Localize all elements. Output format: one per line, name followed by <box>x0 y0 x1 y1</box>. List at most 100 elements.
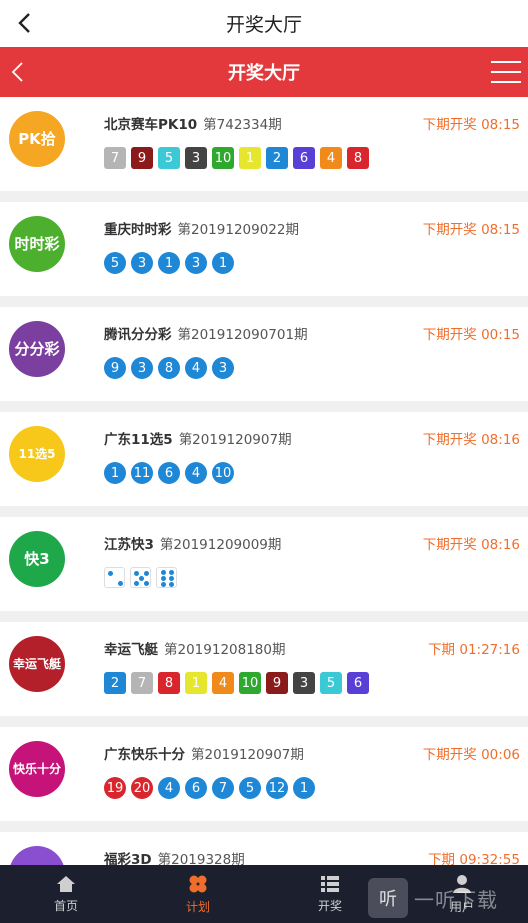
watermark-text: 一听下载 <box>414 887 498 912</box>
chevron-left-icon <box>11 62 23 82</box>
result-numbers: 19 20 4 6 7 5 12 1 <box>104 777 315 799</box>
lottery-name: 江苏快3 第20191209009期 <box>104 537 282 553</box>
number-ball: 3 <box>185 252 207 274</box>
number-ball: 5 <box>158 147 180 169</box>
number-ball: 1 <box>104 462 126 484</box>
result-numbers <box>104 567 177 588</box>
number-ball: 3 <box>212 357 234 379</box>
next-draw-time: 下期 01:27:16 <box>428 642 520 658</box>
lottery-name: 福彩3D 第2019328期 <box>104 848 245 865</box>
list-icon <box>320 875 340 893</box>
number-ball: 5 <box>320 672 342 694</box>
lottery-logo: 幸运飞艇 <box>9 636 65 692</box>
nav-back-button[interactable] <box>4 57 30 87</box>
lottery-logo: 快3 <box>9 531 65 587</box>
issue-number: 第2019328期 <box>157 852 245 865</box>
result-numbers: 7 9 5 3 10 1 2 6 4 8 <box>104 147 369 169</box>
number-ball: 1 <box>185 672 207 694</box>
number-ball: 6 <box>185 777 207 799</box>
number-ball: 7 <box>212 777 234 799</box>
result-numbers: 53131 <box>104 252 234 274</box>
lottery-name: 幸运飞艇 第20191208180期 <box>104 642 286 658</box>
tab-clover[interactable]: 计划 <box>132 865 264 923</box>
issue-number: 第2019120907期 <box>191 747 304 763</box>
lottery-name: 腾讯分分彩 第201912090701期 <box>104 327 308 343</box>
number-ball: 1 <box>212 252 234 274</box>
next-draw-time: 下期开奖 08:16 <box>422 537 520 553</box>
result-numbers: 2 7 8 1 4 10 9 3 5 6 <box>104 672 369 694</box>
next-draw-time: 下期开奖 00:15 <box>422 327 520 343</box>
lottery-row[interactable]: 11选5 广东11选5 第2019120907期 下期开奖 08:16 1 11 6 4 10 <box>0 412 528 506</box>
issue-number: 第20191208180期 <box>164 642 286 658</box>
top-bar: 开奖大厅 <box>0 0 528 47</box>
lottery-logo: 福彩 <box>9 846 65 865</box>
dice-face <box>104 567 125 588</box>
dice-face <box>156 567 177 588</box>
lottery-row[interactable]: 幸运飞艇 幸运飞艇 第20191208180期 下期 01:27:16 2 7 8 1 4 10 9… <box>0 622 528 716</box>
number-ball: 1 <box>158 252 180 274</box>
number-ball: 4 <box>158 777 180 799</box>
number-ball: 5 <box>104 252 126 274</box>
number-ball: 10 <box>212 462 234 484</box>
number-ball: 3 <box>131 357 153 379</box>
lottery-row[interactable]: 分分彩 腾讯分分彩 第201912090701期 下期开奖 00:15 9 3 8 4 3 <box>0 307 528 401</box>
number-ball: 5 <box>239 777 261 799</box>
lottery-row[interactable]: 时时彩 重庆时时彩 第20191209022期 下期开奖 08:15 5 3 1 3 1 <box>0 202 528 296</box>
next-draw-time: 下期开奖 08:15 <box>422 222 520 238</box>
number-ball: 6 <box>347 672 369 694</box>
lottery-logo: PK拾 <box>9 111 65 167</box>
watermark-logo: 听 <box>368 878 408 918</box>
chevron-left-icon <box>18 13 30 33</box>
number-ball: 4 <box>320 147 342 169</box>
next-draw-time: 下期开奖 00:06 <box>422 747 520 763</box>
number-ball: 6 <box>293 147 315 169</box>
number-ball: 4 <box>185 462 207 484</box>
number-ball: 3 <box>131 252 153 274</box>
number-ball: 19 <box>104 777 126 799</box>
number-ball: 3 <box>293 672 315 694</box>
number-ball: 4 <box>212 672 234 694</box>
lottery-name: 广东11选5 第2019120907期 <box>104 432 292 448</box>
nav-title: 开奖大厅 <box>228 63 300 84</box>
number-ball: 10 <box>239 672 261 694</box>
number-ball: 1 <box>293 777 315 799</box>
lottery-name: 广东快乐十分 第2019120907期 <box>104 747 304 763</box>
tab-label: 首页 <box>53 898 78 913</box>
number-ball: 1 <box>239 147 261 169</box>
next-draw-time: 下期开奖 08:15 <box>422 117 520 133</box>
number-ball: 6 <box>158 462 180 484</box>
lottery-logo: 时时彩 <box>9 216 65 272</box>
next-draw-time: 下期开奖 08:16 <box>422 432 520 448</box>
number-ball: 8 <box>158 672 180 694</box>
lottery-row[interactable]: PK拾 北京赛车PK10 第742334期 下期开奖 08:15 7 9 5 3 10 1 2 6 4 8 <box>0 97 528 191</box>
lottery-list: PK拾 北京赛车PK10 第742334期 下期开奖 08:15 7 9 5 3 10 1 2 6 4 8… <box>0 97 528 865</box>
back-button[interactable] <box>10 8 38 38</box>
menu-icon[interactable] <box>490 57 522 87</box>
clover-icon <box>188 874 208 894</box>
page-title: 开奖大厅 <box>225 14 302 36</box>
home-icon <box>56 875 76 893</box>
issue-number: 第742334期 <box>203 117 282 133</box>
lottery-row[interactable]: 快乐十分 广东快乐十分 第2019120907期 下期开奖 00:06 19 20 4 6 7 5… <box>0 727 528 821</box>
dice-face <box>130 567 151 588</box>
issue-number: 第20191209022期 <box>177 222 299 238</box>
number-ball: 8 <box>347 147 369 169</box>
number-ball: 20 <box>131 777 153 799</box>
number-ball: 2 <box>104 672 126 694</box>
number-ball: 7 <box>104 147 126 169</box>
number-ball: 2 <box>266 147 288 169</box>
number-ball: 8 <box>158 357 180 379</box>
lottery-logo: 分分彩 <box>9 321 65 377</box>
next-draw-time: 下期 09:32:55 <box>428 852 520 865</box>
number-ball: 11 <box>131 462 153 484</box>
tab-home[interactable]: 首页 <box>0 865 132 923</box>
result-numbers: 93843 <box>104 357 234 379</box>
lottery-logo: 11选5 <box>9 426 65 482</box>
issue-number: 第2019120907期 <box>178 432 292 448</box>
tab-label: 计划 <box>185 899 210 914</box>
lottery-row[interactable]: 福彩 福彩3D第2019328期 下期 09:32:55 <box>0 832 528 865</box>
lottery-name: 北京赛车PK10 第742334期 <box>104 117 282 133</box>
lottery-row[interactable]: 快3 江苏快3 第20191209009期 下期开奖 08:16 <box>0 517 528 611</box>
number-ball: 10 <box>212 147 234 169</box>
number-ball: 4 <box>185 357 207 379</box>
